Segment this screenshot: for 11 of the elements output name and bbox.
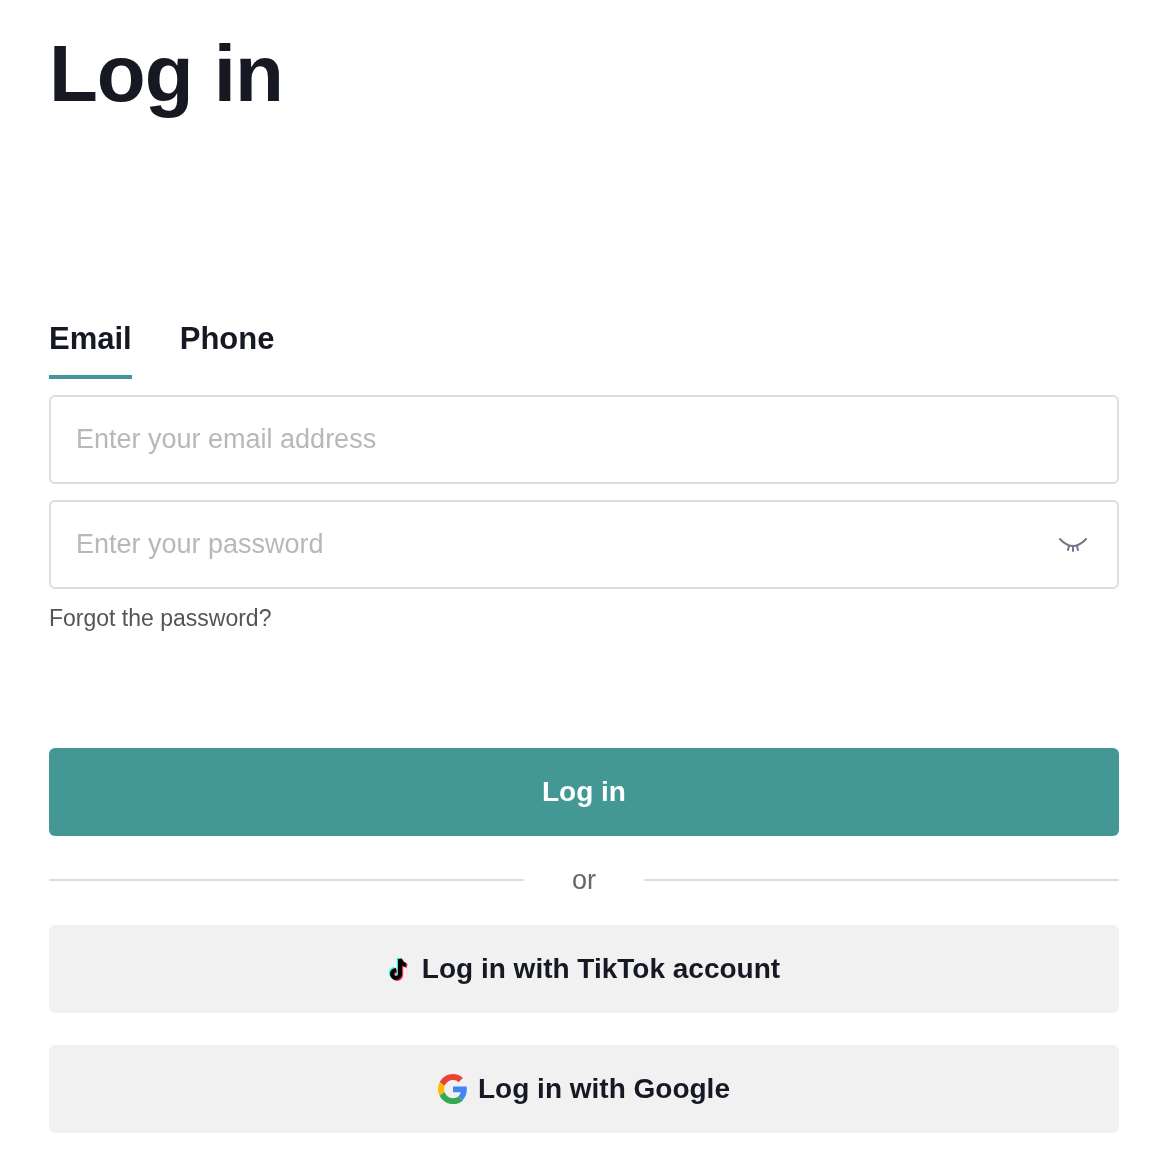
divider-text: or xyxy=(572,864,596,897)
email-field[interactable]: Enter your email address xyxy=(49,394,1119,484)
forgot-password-link[interactable]: Forgot the password? xyxy=(49,600,272,635)
tab[interactable]: Email xyxy=(49,316,132,379)
social-login-button[interactable]: Log in with TikTok account xyxy=(49,924,1119,1013)
closed-eye-icon[interactable] xyxy=(1059,536,1087,553)
password-field[interactable]: Enter your password xyxy=(49,499,1119,589)
social-login-button[interactable]: Log in with Google xyxy=(49,1044,1119,1133)
tab[interactable]: Phone xyxy=(179,316,275,379)
page-title: Log in xyxy=(49,30,284,118)
google-g-icon xyxy=(438,1073,468,1104)
